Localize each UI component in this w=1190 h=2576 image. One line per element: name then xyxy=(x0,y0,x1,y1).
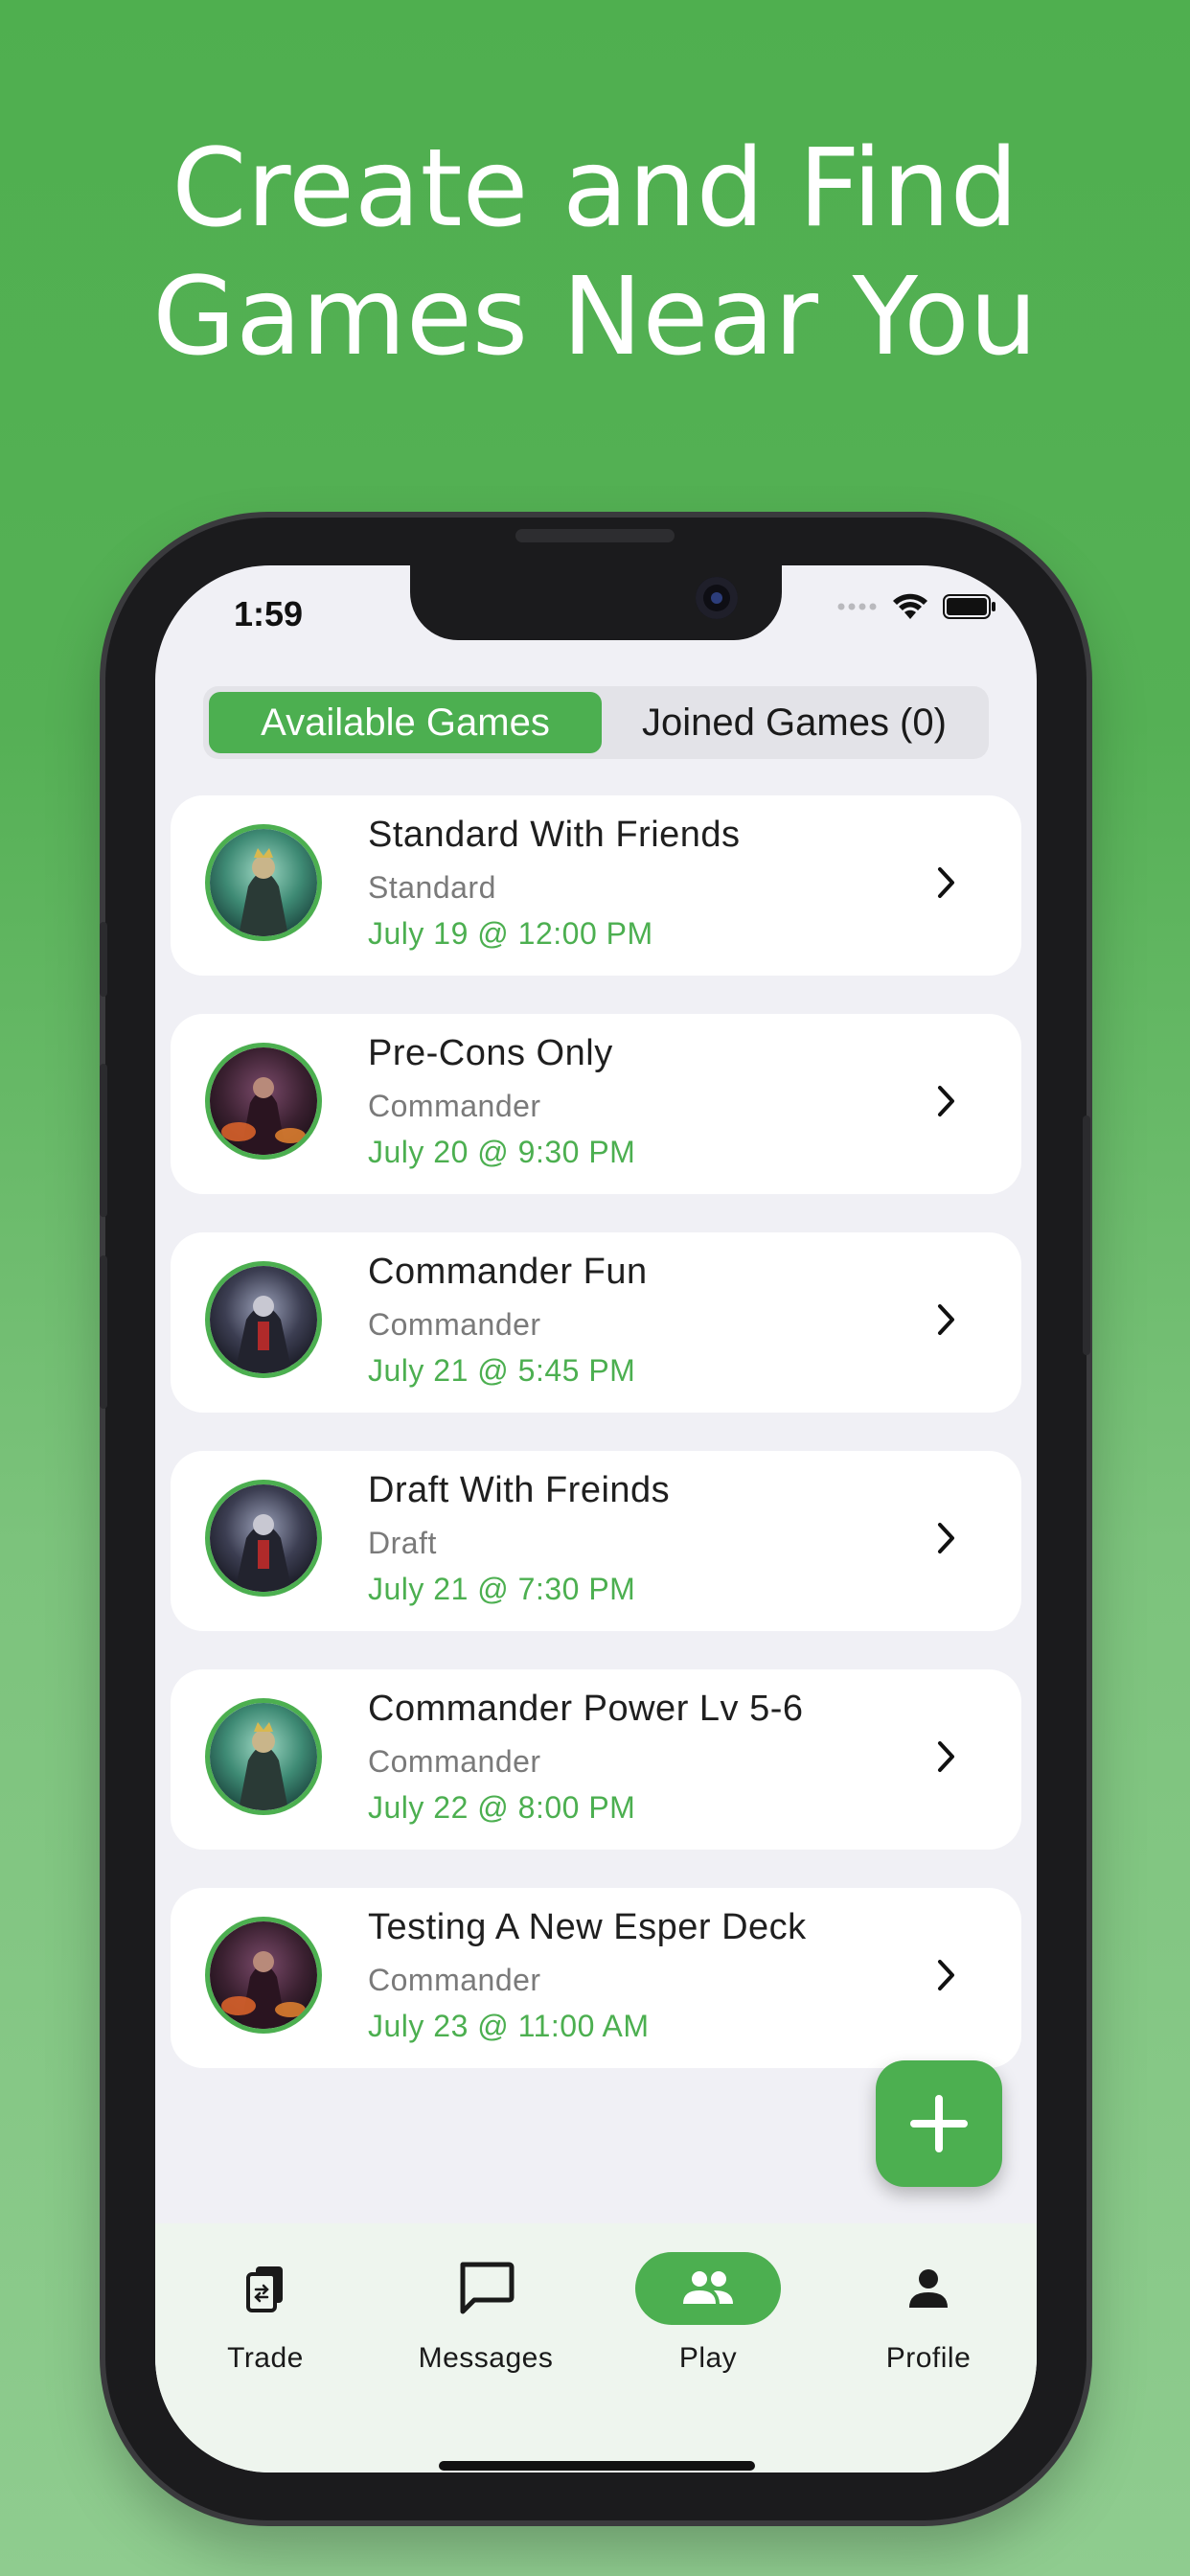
bottom-tab-bar: Trade Messages Play Profile xyxy=(155,2223,1037,2472)
status-icons xyxy=(837,592,996,621)
cellular-signal-icon xyxy=(837,603,877,610)
earpiece-speaker xyxy=(515,529,675,542)
game-card[interactable]: Standard With Friends Standard July 19 @… xyxy=(171,795,1021,976)
game-date: July 20 @ 9:30 PM xyxy=(368,1135,636,1169)
chevron-right-icon xyxy=(938,1741,954,1772)
tab-label-play: Play xyxy=(678,2342,738,2374)
game-avatar xyxy=(205,1917,322,2034)
game-format: Commander xyxy=(368,1307,541,1342)
chat-bubble-icon xyxy=(460,2262,515,2314)
game-format: Commander xyxy=(368,1963,541,1997)
game-avatar xyxy=(205,1480,322,1597)
tab-icon-container xyxy=(193,2252,338,2325)
status-time: 1:59 xyxy=(234,594,304,633)
tab-messages[interactable]: Messages xyxy=(380,2252,591,2386)
game-title: Commander Fun xyxy=(368,1252,648,1292)
games-segmented-control: Available Games Joined Games (0) xyxy=(203,686,989,759)
game-title: Draft With Freinds xyxy=(368,1470,671,1510)
game-card[interactable]: Testing A New Esper Deck Commander July … xyxy=(171,1888,1021,2068)
notch xyxy=(410,565,782,640)
people-icon xyxy=(683,2271,733,2304)
game-title: Pre-Cons Only xyxy=(368,1033,613,1073)
tab-icon-container xyxy=(856,2252,1001,2325)
silent-switch xyxy=(100,922,107,997)
game-avatar xyxy=(205,824,322,941)
game-card[interactable]: Draft With Freinds Draft July 21 @ 7:30 … xyxy=(171,1451,1021,1631)
game-date: July 21 @ 5:45 PM xyxy=(368,1353,636,1388)
game-format: Standard xyxy=(368,870,496,905)
game-date: July 23 @ 11:00 AM xyxy=(368,2009,650,2043)
game-card[interactable]: Pre-Cons Only Commander July 20 @ 9:30 P… xyxy=(171,1014,1021,1194)
game-title: Testing A New Esper Deck xyxy=(368,1907,807,1947)
tab-label-trade: Trade xyxy=(227,2342,304,2374)
create-game-button[interactable] xyxy=(876,2060,1002,2187)
game-format: Commander xyxy=(368,1089,541,1123)
game-format: Draft xyxy=(368,1526,437,1560)
game-date: July 21 @ 7:30 PM xyxy=(368,1572,636,1606)
phone-screen: 1:59 Available Games Joined Games (0) St… xyxy=(155,565,1037,2472)
tab-trade[interactable]: Trade xyxy=(160,2252,371,2386)
volume-up-button xyxy=(100,1064,107,1217)
plus-icon xyxy=(910,2095,968,2152)
game-format: Commander xyxy=(368,1744,541,1779)
power-button xyxy=(1083,1116,1090,1355)
front-camera xyxy=(696,577,738,619)
wifi-icon xyxy=(893,593,927,619)
chevron-right-icon xyxy=(938,1960,954,1990)
trade-cards-icon xyxy=(246,2266,283,2312)
headline-line-2: Games Near You xyxy=(152,255,1038,380)
volume-down-button xyxy=(100,1255,107,1409)
chevron-right-icon xyxy=(938,1523,954,1553)
game-title: Commander Power Lv 5-6 xyxy=(368,1689,804,1729)
chevron-right-icon xyxy=(938,1086,954,1116)
tab-play[interactable]: Play xyxy=(603,2252,813,2386)
tab-label-messages: Messages xyxy=(418,2342,554,2374)
game-card[interactable]: Commander Fun Commander July 21 @ 5:45 P… xyxy=(171,1232,1021,1413)
game-date: July 22 @ 8:00 PM xyxy=(368,1790,636,1825)
person-icon xyxy=(909,2269,948,2308)
chevron-right-icon xyxy=(938,867,954,898)
game-avatar xyxy=(205,1698,322,1815)
headline-line-1: Create and Find xyxy=(172,126,1018,251)
battery-icon xyxy=(943,594,995,619)
game-title: Standard With Friends xyxy=(368,815,741,855)
tab-icon-container-active xyxy=(635,2252,781,2325)
game-date: July 19 @ 12:00 PM xyxy=(368,916,653,951)
tab-icon-container xyxy=(413,2252,559,2325)
game-avatar xyxy=(205,1261,322,1378)
tab-profile[interactable]: Profile xyxy=(823,2252,1034,2386)
chevron-right-icon xyxy=(938,1304,954,1335)
tab-label-profile: Profile xyxy=(885,2342,972,2374)
joined-games-tab[interactable]: Joined Games (0) xyxy=(606,692,983,753)
available-games-tab[interactable]: Available Games xyxy=(209,692,602,753)
game-card[interactable]: Commander Power Lv 5-6 Commander July 22… xyxy=(171,1669,1021,1850)
home-indicator xyxy=(439,2461,755,2471)
headline: Create and Find Games Near You xyxy=(0,125,1190,381)
game-avatar xyxy=(205,1043,322,1160)
